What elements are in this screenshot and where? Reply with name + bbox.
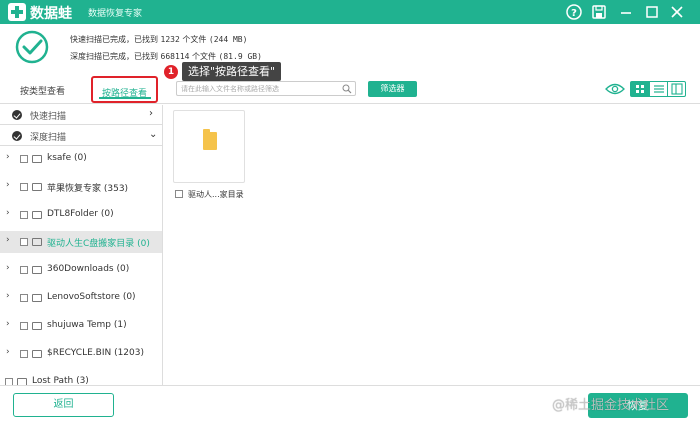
tree-item[interactable]: › DTL8Folder (0) <box>0 204 162 226</box>
tree-checkbox[interactable] <box>20 155 28 163</box>
chevron-right-icon[interactable]: › <box>149 108 153 119</box>
tree-item-selected[interactable]: › 驱动人生C盘搬家目录 (0) <box>0 231 162 253</box>
quick-scan-count: 1232 <box>160 35 180 44</box>
tree-item-label: ksafe (0) <box>47 153 87 163</box>
tree-item[interactable]: › shujuwa Temp (1) <box>0 315 162 337</box>
expand-arrow-icon[interactable]: › <box>6 263 10 273</box>
watermark: @稀土掘金技术社区 <box>552 398 670 413</box>
tree-item[interactable]: › 360Downloads (0) <box>0 259 162 281</box>
folder-icon <box>32 183 42 191</box>
tree-checkbox[interactable] <box>5 378 13 385</box>
search-placeholder: 请在此输入文件名称或路径筛选 <box>181 85 279 93</box>
folder-icon <box>17 378 27 385</box>
app-subtitle: 数据恢复专家 <box>88 9 143 19</box>
folder-icon <box>32 238 42 246</box>
tree-checkbox[interactable] <box>20 294 28 302</box>
tree-item-label: 驱动人生C盘搬家目录 (0) <box>47 239 150 249</box>
check-circle-icon <box>15 30 49 64</box>
eye-icon[interactable] <box>605 82 625 96</box>
title-bar: 数据蛙 数据恢复专家 ? <box>0 0 700 24</box>
tree-item[interactable]: › ksafe (0) <box>0 148 162 170</box>
check-icon <box>12 131 22 141</box>
help-icon[interactable]: ? <box>565 3 583 21</box>
view-mode-switcher <box>630 81 686 97</box>
tree-item-label: $RECYCLE.BIN (1203) <box>47 348 144 358</box>
section-label: 快速扫描 <box>30 112 67 122</box>
section-label: 深度扫描 <box>30 133 67 143</box>
list-view-icon[interactable] <box>649 82 667 96</box>
tree-checkbox[interactable] <box>20 322 28 330</box>
folder-icon <box>32 266 42 274</box>
quick-scan-unit: 个文件 <box>179 35 209 44</box>
tree-item[interactable]: › LenovoSoftstore (0) <box>0 287 162 309</box>
folder-icon <box>32 211 42 219</box>
expand-arrow-icon[interactable]: › <box>6 208 10 218</box>
expand-arrow-icon[interactable]: › <box>6 319 10 329</box>
tree-item-label: 苹果恢复专家 (353) <box>47 184 129 194</box>
folder-icon <box>203 129 217 150</box>
minimize-icon[interactable] <box>617 3 635 21</box>
tree-item-label: DTL8Folder (0) <box>47 209 114 219</box>
folder-icon <box>32 322 42 330</box>
expand-arrow-icon[interactable]: › <box>6 180 10 190</box>
tab-by-path[interactable]: 按路径查看 <box>91 76 158 103</box>
maximize-icon[interactable] <box>643 3 661 21</box>
quick-scan-text: 快速扫描已完成，已找到 <box>70 35 161 44</box>
tree-checkbox[interactable] <box>20 211 28 219</box>
file-checkbox[interactable] <box>175 190 183 198</box>
quick-scan-size: (244 MB) <box>208 35 248 44</box>
tree-item-label: LenovoSoftstore (0) <box>47 292 136 302</box>
expand-arrow-icon[interactable]: › <box>6 152 10 162</box>
tree-checkbox[interactable] <box>20 238 28 246</box>
tab-by-type[interactable]: 按类型查看 <box>20 84 65 97</box>
check-icon <box>12 110 22 120</box>
folder-tree-sidebar: 快速扫描 › 深度扫描 ⌄ › ksafe (0) › 苹果恢复专家 (353)… <box>0 105 163 385</box>
save-icon[interactable] <box>590 3 608 21</box>
tree-item-label: 360Downloads (0) <box>47 264 130 274</box>
expand-arrow-icon[interactable]: › <box>6 291 10 301</box>
filter-button[interactable]: 筛选器 <box>368 81 417 97</box>
detail-view-icon[interactable] <box>667 82 685 96</box>
tree-checkbox[interactable] <box>20 266 28 274</box>
deep-scan-unit: 个文件 <box>189 52 219 61</box>
app-name: 数据蛙 <box>30 6 72 22</box>
grid-view-icon[interactable] <box>631 82 649 96</box>
deep-scan-size: (81.9 GB) <box>218 52 262 61</box>
tree-item[interactable]: › 苹果恢复专家 (353) <box>0 176 162 198</box>
file-name: 驱动人...家目录 <box>188 190 244 199</box>
tree-item[interactable]: Lost Path (3) <box>0 371 162 385</box>
deep-scan-text: 深度扫描已完成，已找到 <box>70 52 161 61</box>
close-icon[interactable] <box>668 3 686 21</box>
folder-icon <box>32 155 42 163</box>
folder-icon <box>32 294 42 302</box>
deep-scan-status: 深度扫描已完成，已找到 668114 个文件 (81.9 GB) <box>70 51 262 62</box>
quick-scan-section[interactable]: 快速扫描 › <box>0 105 162 125</box>
search-input[interactable]: 请在此输入文件名称或路径筛选 <box>176 81 356 96</box>
tree-checkbox[interactable] <box>20 350 28 358</box>
quick-scan-status: 快速扫描已完成，已找到 1232 个文件 (244 MB) <box>70 34 247 45</box>
expand-arrow-icon[interactable]: › <box>6 347 10 357</box>
chevron-down-icon[interactable]: ⌄ <box>149 129 157 140</box>
tree-checkbox[interactable] <box>20 183 28 191</box>
folder-icon <box>32 350 42 358</box>
app-logo-icon <box>8 3 26 21</box>
expand-arrow-icon[interactable]: › <box>6 235 10 245</box>
svg-text:?: ? <box>571 8 577 19</box>
scan-status-header: 快速扫描已完成，已找到 1232 个文件 (244 MB) 深度扫描已完成，已找… <box>0 24 700 70</box>
deep-scan-section[interactable]: 深度扫描 ⌄ <box>0 126 162 146</box>
tree-item-label: Lost Path (3) <box>32 376 89 385</box>
back-button[interactable]: 返回 <box>13 393 114 417</box>
file-thumbnail[interactable] <box>173 110 245 183</box>
tree-item-label: shujuwa Temp (1) <box>47 320 127 330</box>
search-icon[interactable] <box>342 84 352 94</box>
callout-tooltip: 选择"按路径查看" <box>182 62 282 81</box>
tree-item[interactable]: › $RECYCLE.BIN (1203) <box>0 343 162 365</box>
deep-scan-count: 668114 <box>160 52 190 61</box>
callout-number: 1 <box>164 65 178 79</box>
